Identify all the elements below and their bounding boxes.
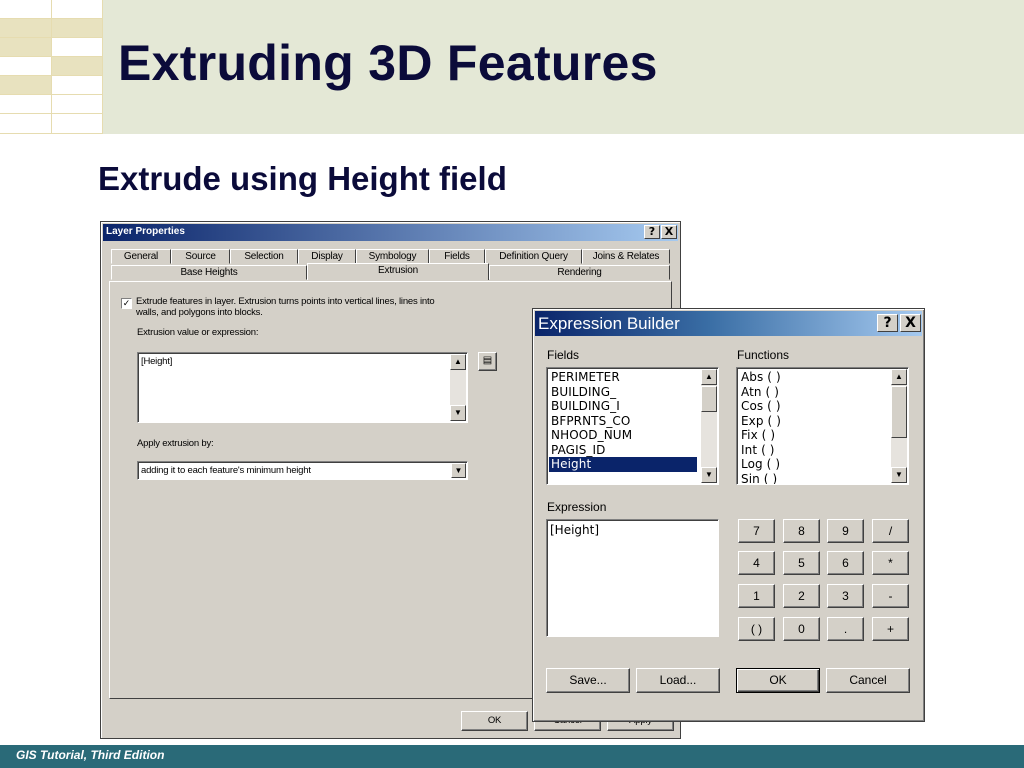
tab-base-heights[interactable]: Base Heights	[111, 265, 307, 280]
scroll-up-arrow-icon[interactable]: ▲	[891, 369, 907, 385]
scroll-thumb[interactable]	[701, 386, 717, 412]
tab-joins-relates[interactable]: Joins & Relates	[582, 249, 670, 264]
key-7-button[interactable]: 7	[738, 519, 775, 543]
key-6-button[interactable]: 6	[827, 551, 864, 575]
tab-extrusion[interactable]: Extrusion	[307, 263, 489, 280]
expression-builder-titlebar[interactable]: Expression Builder ? X	[535, 311, 922, 336]
apply-extrusion-value: adding it to each feature's minimum heig…	[141, 465, 311, 476]
scroll-down-arrow-icon[interactable]: ▼	[891, 467, 907, 483]
list-item[interactable]: Int ( )	[739, 443, 887, 458]
save-button[interactable]: Save...	[546, 668, 630, 693]
tab-general[interactable]: General	[111, 249, 171, 264]
key-multiply-button[interactable]: *	[872, 551, 909, 575]
list-item[interactable]: Exp ( )	[739, 414, 887, 429]
key-2-button[interactable]: 2	[783, 584, 820, 608]
fields-list[interactable]: PERIMETER BUILDING_ BUILDING_I BFPRNTS_C…	[546, 367, 719, 485]
apply-extrusion-label: Apply extrusion by:	[137, 438, 214, 449]
tab-source[interactable]: Source	[171, 249, 230, 264]
functions-label: Functions	[737, 348, 790, 362]
extrusion-expression-text: [Height]	[141, 356, 173, 367]
scroll-up-arrow-icon[interactable]: ▲	[701, 369, 717, 385]
dialog-title: Expression Builder	[538, 314, 680, 333]
list-item[interactable]: Atn ( )	[739, 385, 887, 400]
tab-display[interactable]: Display	[298, 249, 356, 264]
key-9-button[interactable]: 9	[827, 519, 864, 543]
apply-extrusion-dropdown[interactable]: adding it to each feature's minimum heig…	[137, 461, 468, 480]
extrusion-scrollbar[interactable]: ▲ ▼	[450, 354, 466, 421]
list-item[interactable]: Sin ( )	[739, 472, 887, 485]
key-decimal-button[interactable]: .	[827, 617, 864, 641]
list-item[interactable]: PERIMETER	[549, 370, 697, 385]
cancel-button[interactable]: Cancel	[826, 668, 910, 693]
expression-builder-button[interactable]: ▤	[478, 352, 497, 371]
tab-definition-query[interactable]: Definition Query	[485, 249, 582, 264]
key-plus-button[interactable]: +	[872, 617, 909, 641]
fields-scrollbar[interactable]: ▲ ▼	[701, 369, 717, 483]
decorative-grid	[0, 0, 103, 134]
dropdown-arrow-icon[interactable]: ▼	[451, 463, 466, 478]
tab-selection[interactable]: Selection	[230, 249, 298, 264]
scroll-thumb[interactable]	[891, 386, 907, 438]
help-button[interactable]: ?	[877, 314, 898, 332]
scroll-down-arrow-icon[interactable]: ▼	[450, 405, 466, 421]
ok-button[interactable]: OK	[461, 711, 528, 731]
key-minus-button[interactable]: -	[872, 584, 909, 608]
slide-title: Extruding 3D Features	[118, 35, 658, 91]
expression-text: [Height]	[550, 523, 600, 537]
help-button[interactable]: ?	[644, 225, 660, 239]
slide-subtitle: Extrude using Height field	[98, 160, 507, 197]
extrusion-expression-box[interactable]: [Height] ▲ ▼	[137, 352, 468, 423]
key-8-button[interactable]: 8	[783, 519, 820, 543]
extrude-label: Extrude features in layer. Extrusion tur…	[136, 296, 435, 307]
functions-scrollbar[interactable]: ▲ ▼	[891, 369, 907, 483]
key-0-button[interactable]: 0	[783, 617, 820, 641]
list-item[interactable]: BUILDING_	[549, 385, 697, 400]
dialog-title: Layer Properties	[106, 226, 185, 237]
tab-fields[interactable]: Fields	[429, 249, 485, 264]
list-item[interactable]: BFPRNTS_CO	[549, 414, 697, 429]
expression-textarea[interactable]: [Height]	[546, 519, 719, 637]
list-item[interactable]: Abs ( )	[739, 370, 887, 385]
key-4-button[interactable]: 4	[738, 551, 775, 575]
functions-list[interactable]: Abs ( ) Atn ( ) Cos ( ) Exp ( ) Fix ( ) …	[736, 367, 909, 485]
expression-label: Expression	[547, 500, 607, 514]
layer-properties-titlebar[interactable]: Layer Properties ? X	[103, 224, 678, 241]
list-item[interactable]: Log ( )	[739, 457, 887, 472]
list-item[interactable]: BUILDING_I	[549, 399, 697, 414]
key-divide-button[interactable]: /	[872, 519, 909, 543]
scroll-up-arrow-icon[interactable]: ▲	[450, 354, 466, 370]
list-item-selected[interactable]: Height	[549, 457, 697, 472]
key-parentheses-button[interactable]: ( )	[738, 617, 775, 641]
expression-builder-dialog: Expression Builder ? X Fields PERIMETER …	[532, 308, 925, 722]
list-item[interactable]: NHOOD_NUM	[549, 428, 697, 443]
slide-footer-text: GIS Tutorial, Third Edition	[16, 748, 165, 762]
tab-symbology[interactable]: Symbology	[356, 249, 429, 264]
list-item[interactable]: PAGIS_ID	[549, 443, 697, 458]
list-item[interactable]: Cos ( )	[739, 399, 887, 414]
key-5-button[interactable]: 5	[783, 551, 820, 575]
key-1-button[interactable]: 1	[738, 584, 775, 608]
extrude-checkbox[interactable]: ✓	[121, 298, 132, 309]
load-button[interactable]: Load...	[636, 668, 720, 693]
extrusion-value-label: Extrusion value or expression:	[137, 327, 259, 338]
close-button[interactable]: X	[661, 225, 677, 239]
list-item[interactable]: Fix ( )	[739, 428, 887, 443]
ok-button[interactable]: OK	[736, 668, 820, 693]
calculator-icon: ▤	[482, 355, 493, 366]
extrude-label-line2: walls, and polygons into blocks.	[136, 307, 263, 318]
scroll-down-arrow-icon[interactable]: ▼	[701, 467, 717, 483]
close-button[interactable]: X	[900, 314, 921, 332]
key-3-button[interactable]: 3	[827, 584, 864, 608]
fields-label: Fields	[547, 348, 580, 362]
tab-rendering[interactable]: Rendering	[489, 265, 670, 280]
